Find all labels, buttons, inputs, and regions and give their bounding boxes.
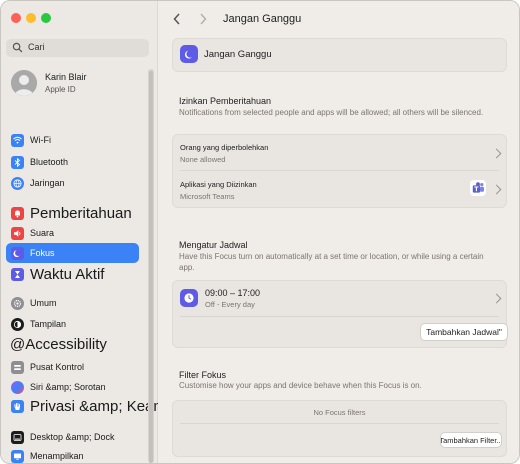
- sidebar-item-siri[interactable]: Siri &amp; Sorotan: [6, 377, 139, 397]
- sidebar-item-appearance[interactable]: Tampilan: [6, 314, 139, 334]
- sidebar-item-label: Fokus: [30, 248, 55, 258]
- sidebar-item-wifi[interactable]: Wi-Fi: [6, 130, 139, 150]
- filters-heading: Filter Fokus: [179, 370, 227, 380]
- user-name: Karin Blair: [45, 72, 87, 82]
- user-avatar-icon: [11, 70, 37, 96]
- sidebar-item-focus[interactable]: Fokus: [6, 243, 139, 263]
- sidebar-item-label: Suara: [30, 228, 55, 238]
- sidebar-item-notifications[interactable]: Pemberitahuan: [6, 203, 139, 223]
- search-placeholder: Cari: [28, 42, 45, 52]
- sidebar-item-screen-time[interactable]: Waktu Aktif: [6, 264, 139, 284]
- forward-arrow-icon[interactable]: [198, 12, 208, 26]
- clock-icon: [180, 289, 198, 307]
- sidebar-item-label: Umum: [30, 298, 57, 308]
- sidebar-item-label: Wi-Fi: [30, 135, 51, 145]
- sidebar-item-network[interactable]: Jaringan: [6, 173, 139, 193]
- add-filter-button[interactable]: Tambahkan Filter...: [440, 432, 502, 448]
- chevron-right-icon: [491, 148, 502, 159]
- speaker-icon: [11, 226, 24, 240]
- sidebar-item-label: Tampilan: [30, 319, 67, 329]
- allowed-people-value: None allowed: [180, 155, 226, 164]
- allowed-people-title: Orang yang diperbolehkan: [180, 143, 269, 152]
- allowed-apps-row[interactable]: Aplikasi yang Diizinkan Microsoft Teams: [173, 171, 506, 207]
- filters-description: Customise how your apps and device behav…: [179, 381, 422, 390]
- sidebar-item-label: Desktop &amp; Dock: [30, 432, 115, 442]
- sidebar-item-label: Siri &amp; Sorotan: [30, 382, 106, 392]
- siri-icon: [11, 380, 24, 394]
- dock-icon: [11, 430, 24, 444]
- allowed-apps-value: Microsoft Teams: [180, 192, 235, 201]
- sidebar-item-label: Pusat Kontrol: [30, 362, 85, 372]
- search-icon: [12, 42, 23, 53]
- chevron-right-icon: [491, 184, 502, 195]
- allowed-people-row[interactable]: Orang yang diperbolehkan None allowed: [173, 135, 506, 170]
- allowed-notifications-card: Orang yang diperbolehkan None allowed Ap…: [172, 134, 507, 208]
- sidebar-item-label: Pemberitahuan: [30, 204, 132, 222]
- close-window-button[interactable]: [11, 13, 21, 23]
- bluetooth-icon: [11, 155, 24, 169]
- sidebar-item-label: Bluetooth: [30, 157, 69, 167]
- divider: [180, 423, 499, 424]
- sidebar-item-general[interactable]: Umum: [6, 293, 139, 313]
- moon-icon: [180, 45, 198, 63]
- globe-icon: [11, 176, 24, 190]
- sidebar-scroll-thumb[interactable]: [149, 71, 153, 463]
- hand-icon: [11, 399, 24, 413]
- page-title: Jangan Ganggu: [223, 13, 302, 25]
- schedule-item[interactable]: 09:00 – 17:00 Off - Every day: [173, 281, 506, 316]
- settings-window: Cari Karin Blair Apple ID Wi-Fi Bluetoot…: [0, 0, 520, 464]
- filters-card: No Focus filters: [172, 400, 507, 457]
- focus-name-card: Jangan Ganggu: [172, 38, 507, 72]
- schedule-description: Have this Focus turn on automatically at…: [179, 252, 484, 272]
- notifications-heading: Izinkan Pemberitahuan: [179, 96, 272, 106]
- no-filters-text: No Focus filters: [313, 408, 366, 417]
- allowed-apps-title: Aplikasi yang Diizinkan: [180, 180, 257, 189]
- sidebar-item-accessibility[interactable]: @Accessibility: [6, 334, 139, 354]
- display-icon: [11, 449, 24, 463]
- appearance-icon: [11, 317, 24, 331]
- zoom-window-button[interactable]: [41, 13, 51, 23]
- back-arrow-icon[interactable]: [172, 12, 182, 26]
- sidebar-item-label: Jaringan: [30, 178, 65, 188]
- sidebar-item-label: Waktu Aktif: [30, 265, 105, 283]
- schedule-time: 09:00 – 17:00: [205, 288, 261, 298]
- add-schedule-button[interactable]: Tambahkan Jadwal": [420, 323, 508, 341]
- chevron-right-icon: [491, 293, 502, 304]
- sidebar-item-privacy[interactable]: Privasi &amp; Keamanan: [6, 396, 199, 416]
- minimize-window-button[interactable]: [26, 13, 36, 23]
- user-apple-id: Apple ID: [45, 85, 76, 94]
- search-input[interactable]: Cari: [6, 39, 149, 57]
- sidebar-item-sound[interactable]: Suara: [6, 223, 139, 243]
- sidebar-item-displays[interactable]: Menampilkan: [6, 446, 139, 463]
- main-content: Jangan Ganggu Jangan Ganggu Izinkan Pemb…: [158, 1, 519, 463]
- wifi-icon: [11, 133, 24, 147]
- control-centre-icon: [11, 360, 24, 374]
- hourglass-icon: [11, 267, 24, 281]
- sidebar-item-label: @Accessibility: [10, 335, 107, 353]
- teams-icon: [470, 180, 486, 196]
- gear-icon: [11, 296, 24, 310]
- sidebar: Cari Karin Blair Apple ID Wi-Fi Bluetoot…: [1, 1, 199, 463]
- divider: [180, 316, 499, 317]
- sidebar-item-desktop-dock[interactable]: Desktop &amp; Dock: [6, 427, 139, 447]
- avatar[interactable]: [11, 70, 37, 96]
- moon-icon: [11, 246, 24, 260]
- focus-name: Jangan Ganggu: [204, 49, 272, 60]
- sidebar-item-label: Menampilkan: [30, 451, 84, 461]
- schedule-heading: Mengatur Jadwal: [179, 240, 248, 250]
- schedule-days: Off - Every day: [205, 300, 255, 309]
- notifications-description: Notifications from selected people and a…: [179, 108, 484, 117]
- sidebar-item-bluetooth[interactable]: Bluetooth: [6, 152, 139, 172]
- sidebar-item-control-centre[interactable]: Pusat Kontrol: [6, 357, 139, 377]
- bell-icon: [11, 206, 24, 220]
